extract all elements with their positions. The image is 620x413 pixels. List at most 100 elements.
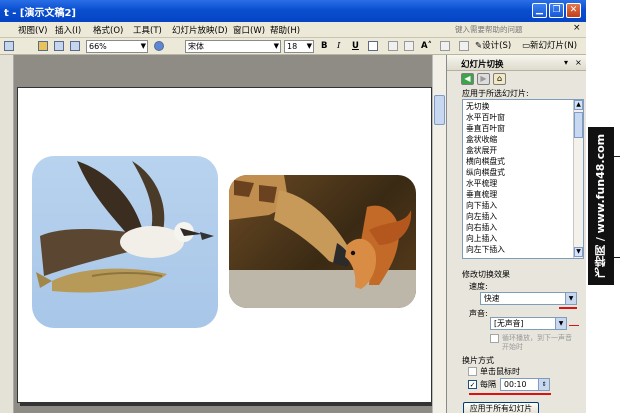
- align-left-icon[interactable]: [368, 41, 378, 51]
- menu-view[interactable]: 视图(V): [18, 24, 47, 36]
- new-slide-button[interactable]: ▭新幻灯片(N): [522, 40, 577, 53]
- zoom-select[interactable]: 66% ▼: [86, 40, 148, 53]
- chevron-down-icon: ▼: [306, 42, 312, 50]
- font-value: 宋体: [188, 42, 204, 51]
- sound-value: [无声音]: [494, 319, 524, 328]
- font-select[interactable]: 宋体 ▼: [185, 40, 281, 53]
- list-item[interactable]: 盒状展开: [466, 145, 497, 156]
- list-item[interactable]: 横向棋盘式: [466, 156, 505, 167]
- menu-tools[interactable]: 工具(T): [133, 24, 162, 36]
- speed-highlight: [559, 307, 577, 309]
- title-bar: t - [演示文稿2] ▁ ❐ ✕: [0, 0, 586, 22]
- scroll-up-icon[interactable]: ▲: [574, 100, 583, 110]
- pane-close-icon[interactable]: ×: [575, 58, 582, 67]
- pane-header: 幻灯片切换 ▾ ×: [447, 55, 586, 71]
- advance-slide-label: 换片方式: [462, 356, 494, 365]
- on-click-checkbox[interactable]: [468, 367, 477, 376]
- font-size-select[interactable]: 18 ▼: [284, 40, 314, 53]
- back-button[interactable]: ◀: [461, 73, 474, 85]
- every-checkbox[interactable]: ✓: [468, 380, 477, 389]
- loop-sound-checkbox[interactable]: [490, 334, 499, 343]
- table-icon[interactable]: [54, 41, 64, 51]
- italic-button[interactable]: I: [337, 40, 340, 53]
- menu-insert[interactable]: 插入(I): [55, 24, 81, 36]
- list-item[interactable]: 垂直梳理: [466, 189, 497, 200]
- open-icon[interactable]: [4, 41, 14, 51]
- underline-button[interactable]: U: [352, 40, 359, 53]
- list-item[interactable]: 向左下插入: [466, 244, 505, 255]
- list-item[interactable]: 向左插入: [466, 211, 497, 222]
- apply-selected-label: 应用于所选幻灯片:: [462, 89, 529, 98]
- every-highlight: [469, 393, 551, 395]
- close-icon: ✕: [569, 5, 578, 15]
- numbered-list-icon[interactable]: [388, 41, 398, 51]
- osprey-illustration: [36, 161, 214, 293]
- increase-indent-icon[interactable]: [440, 41, 450, 51]
- minimize-icon: ▁: [536, 5, 543, 15]
- restore-button[interactable]: ❐: [549, 3, 564, 18]
- restore-icon: ❐: [552, 5, 561, 15]
- doc-close-icon[interactable]: ×: [573, 23, 581, 33]
- pane-menu-icon[interactable]: ▾: [564, 58, 568, 67]
- every-label: 每隔: [480, 380, 496, 389]
- list-item[interactable]: 纵向棋盘式: [466, 167, 505, 178]
- speed-label: 速度:: [469, 282, 488, 291]
- menu-help[interactable]: 帮助(H): [270, 24, 300, 36]
- speed-select[interactable]: 快速 ▼: [480, 292, 577, 305]
- help-search-input[interactable]: 键入需要帮助的问题: [455, 24, 565, 36]
- apply-all-button[interactable]: 应用于所有幻灯片: [463, 402, 539, 413]
- on-click-label: 单击鼠标时: [480, 367, 520, 376]
- bullet-list-icon[interactable]: [404, 41, 414, 51]
- list-item[interactable]: 盒状收缩: [466, 134, 497, 145]
- menu-format[interactable]: 格式(O): [93, 24, 123, 36]
- list-item[interactable]: 向上插入: [466, 233, 497, 244]
- loop-sound-label-2: 开始时: [502, 343, 523, 351]
- editor-vertical-scrollbar[interactable]: [432, 55, 446, 413]
- powerpoint-window: t - [演示文稿2] ▁ ❐ ✕ 视图(V) 插入(I) 格式(O) 工具(T…: [0, 0, 586, 413]
- list-item[interactable]: 无切换: [466, 101, 489, 112]
- osprey-fish-image[interactable]: [32, 156, 218, 328]
- bold-button[interactable]: B: [321, 40, 327, 53]
- home-button[interactable]: ⌂: [493, 73, 506, 85]
- font-size-value: 18: [287, 42, 298, 51]
- scroll-thumb[interactable]: [434, 95, 445, 125]
- stepper-arrows-icon[interactable]: ⇕: [538, 379, 549, 390]
- sound-highlight: [569, 325, 579, 326]
- design-button[interactable]: ✎设计(S): [475, 40, 511, 53]
- pane-title: 幻灯片切换: [461, 60, 504, 70]
- minimize-button[interactable]: ▁: [532, 3, 547, 18]
- transition-list[interactable]: 无切换 水平百叶窗 垂直百叶窗 盒状收缩 盒状展开 横向棋盘式 纵向棋盘式 水平…: [462, 99, 584, 259]
- chevron-down-icon: ▼: [555, 318, 566, 329]
- slide-transition-pane: 幻灯片切换 ▾ × ◀ ▶ ⌂ 应用于所选幻灯片: 无切换 水平百叶窗 垂直百叶…: [446, 55, 586, 413]
- every-time-stepper[interactable]: 00:10 ⇕: [500, 378, 550, 391]
- decrease-indent-icon[interactable]: [459, 41, 469, 51]
- list-item[interactable]: 水平百叶窗: [466, 112, 505, 123]
- sound-select[interactable]: [无声音] ▼: [490, 317, 567, 330]
- menu-window[interactable]: 窗口(W): [233, 24, 265, 36]
- list-item[interactable]: 水平梳理: [466, 178, 497, 189]
- scroll-down-icon[interactable]: ▼: [574, 247, 583, 257]
- list-item[interactable]: 向右插入: [466, 222, 497, 233]
- design-label: 设计(S): [482, 41, 512, 51]
- list-item[interactable]: 垂直百叶窗: [466, 123, 505, 134]
- menu-slideshow[interactable]: 幻灯片放映(D): [172, 24, 228, 36]
- list-scrollbar[interactable]: ▲ ▼: [573, 100, 583, 258]
- check-icon: ✓: [469, 381, 476, 389]
- home-icon: ⌂: [496, 74, 503, 83]
- speed-value: 快速: [484, 294, 500, 303]
- chart-icon[interactable]: [38, 41, 48, 51]
- columns-icon[interactable]: [70, 41, 80, 51]
- window-title: t - [演示文稿2]: [4, 8, 76, 19]
- list-item[interactable]: 向下插入: [466, 200, 497, 211]
- zoom-value: 66%: [89, 42, 107, 51]
- chevron-down-icon: ▼: [273, 42, 279, 50]
- list-scroll-thumb[interactable]: [574, 112, 583, 138]
- chevron-down-icon: ▼: [565, 293, 576, 304]
- every-time-value: 00:10: [504, 380, 527, 389]
- watermark-tick: [614, 156, 620, 157]
- help-icon[interactable]: [154, 41, 164, 51]
- giraffe-squirrel-image[interactable]: [229, 175, 416, 308]
- grow-font-icon[interactable]: A˄: [421, 40, 432, 53]
- close-button[interactable]: ✕: [566, 3, 581, 18]
- forward-button[interactable]: ▶: [477, 73, 490, 85]
